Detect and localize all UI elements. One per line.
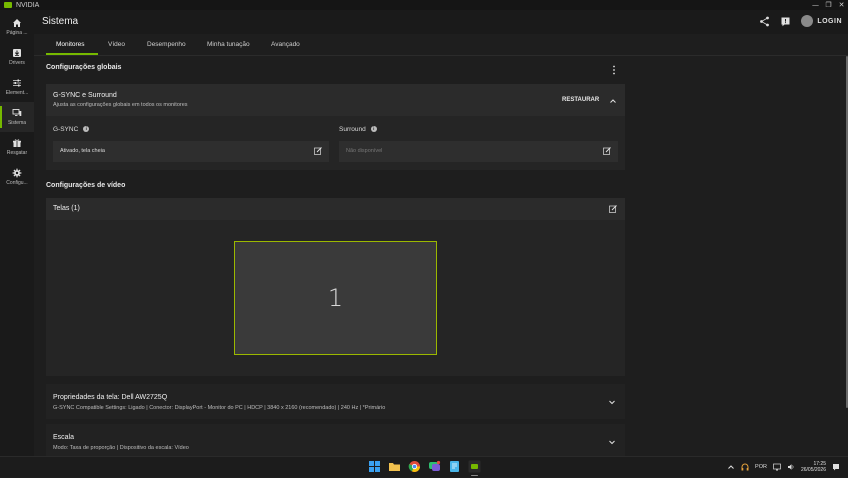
info-icon[interactable]: i: [370, 126, 377, 133]
sidebar-item-elements[interactable]: Element...: [0, 72, 34, 102]
gift-icon: [13, 139, 21, 147]
sidebar-item-drivers[interactable]: Drivers: [0, 42, 34, 72]
download-icon: [13, 49, 21, 57]
sidebar-item-label: Configu...: [6, 180, 28, 186]
monitor-number: 1: [327, 284, 344, 312]
chevron-down-icon[interactable]: [608, 438, 616, 446]
volume-icon[interactable]: [787, 463, 795, 471]
sidebar: Página ... Drivers Element... Sistema Re…: [0, 10, 34, 456]
sidebar-item-settings[interactable]: Configu...: [0, 162, 34, 192]
sidebar-item-label: Element...: [5, 90, 29, 96]
language-indicator[interactable]: POR: [755, 464, 767, 470]
display-tray-icon[interactable]: [773, 463, 781, 471]
tab-monitors[interactable]: Monitores: [56, 41, 85, 48]
sidebar-item-home[interactable]: Página ...: [0, 12, 34, 42]
section-title-video: Configurações de vídeo: [46, 182, 126, 189]
monitor-icon: [12, 109, 22, 116]
gsync-value: Ativado, tela cheia: [60, 148, 105, 154]
minimize-button[interactable]: —: [809, 0, 822, 10]
chrome-icon[interactable]: [408, 460, 421, 473]
scale-row[interactable]: Escala Modo: Taxa de proporção | Disposi…: [46, 424, 625, 456]
chevron-up-icon[interactable]: [727, 463, 735, 471]
windows-start-icon[interactable]: [368, 460, 381, 473]
surround-field[interactable]: Não disponível: [339, 141, 618, 162]
sidebar-item-label: Drivers: [9, 60, 25, 66]
gsync-field[interactable]: Ativado, tela cheia: [53, 141, 329, 162]
edit-icon[interactable]: [603, 147, 611, 155]
notepad-icon[interactable]: [448, 460, 461, 473]
scale-title: Escala: [53, 434, 75, 441]
sidebar-item-redeem[interactable]: Resgatar: [0, 132, 34, 162]
tab-advanced[interactable]: Avançado: [271, 41, 300, 48]
screens-title: Telas (1): [53, 205, 80, 212]
display-properties-row[interactable]: Propriedades da tela: Dell AW2725Q G-SYN…: [46, 384, 625, 419]
sidebar-item-label: Resgatar: [6, 150, 28, 156]
more-options-icon[interactable]: [612, 64, 616, 76]
monitor-tile[interactable]: 1: [234, 241, 437, 355]
sidebar-item-label: Sistema: [7, 120, 27, 126]
chevron-down-icon[interactable]: [608, 398, 616, 406]
gsync-label: G-SYNC i: [53, 126, 90, 133]
share-icon[interactable]: [759, 16, 770, 27]
screens-card-header: Telas (1): [46, 198, 625, 220]
page-title: Sistema: [42, 16, 79, 27]
chat-app-icon[interactable]: [428, 460, 441, 473]
notification-center-icon[interactable]: [832, 463, 840, 471]
gsync-card-title: G-SYNC e Surround: [53, 92, 117, 99]
gear-icon: [12, 168, 22, 178]
section-title-global: Configurações globais: [46, 64, 122, 71]
sliders-icon: [13, 79, 21, 87]
display-properties-details: G-SYNC Compatible Settings: Ligado | Con…: [53, 405, 386, 411]
window-title: NVIDIA: [16, 1, 40, 9]
restore-button[interactable]: RESTAURAR: [562, 97, 599, 103]
info-icon[interactable]: i: [83, 126, 90, 133]
scale-details: Modo: Taxa de proporção | Dispositivo da…: [53, 445, 189, 451]
tab-bar: Monitores Vídeo Desempenho Minha tunação…: [34, 34, 848, 56]
clock-date: 26/05/2026: [800, 467, 826, 473]
nvidia-logo-icon: [4, 2, 12, 8]
sidebar-item-label: Página ...: [6, 30, 28, 36]
gsync-card-subtitle: Ajusta as configurações globais em todos…: [53, 102, 188, 108]
avatar: [801, 15, 814, 27]
gsync-card-header[interactable]: G-SYNC e Surround Ajusta as configuraçõe…: [46, 84, 625, 116]
window-titlebar: NVIDIA — ❐ ✕: [0, 0, 848, 10]
file-explorer-icon[interactable]: [388, 460, 401, 473]
surround-label: Surround i: [339, 126, 377, 133]
display-properties-title: Propriedades da tela: Dell AW2725Q: [53, 394, 168, 401]
notifications-icon[interactable]: [780, 16, 791, 27]
surround-value: Não disponível: [346, 148, 383, 154]
tab-video[interactable]: Vídeo: [108, 41, 125, 48]
maximize-button[interactable]: ❐: [822, 0, 835, 10]
sidebar-item-system[interactable]: Sistema: [0, 102, 34, 132]
chevron-up-icon[interactable]: [609, 97, 617, 105]
page-header: Sistema LOGIN: [34, 10, 848, 34]
login-button[interactable]: LOGIN: [801, 15, 842, 27]
home-icon: [13, 19, 21, 27]
taskbar: POR 17:25 26/05/2026: [0, 456, 848, 477]
tab-performance[interactable]: Desempenho: [147, 41, 186, 48]
nvidia-app-icon[interactable]: [468, 460, 481, 476]
headset-icon[interactable]: [741, 463, 749, 471]
gsync-surround-card: G-SYNC e Surround Ajusta as configuraçõe…: [46, 84, 625, 170]
tab-active-indicator: [46, 53, 98, 55]
tab-my-tuning[interactable]: Minha tunação: [207, 41, 250, 48]
clock[interactable]: 17:25 26/05/2026: [801, 461, 826, 473]
login-label: LOGIN: [817, 17, 842, 25]
main-content: Configurações globais G-SYNC e Surround …: [34, 56, 848, 456]
edit-icon[interactable]: [609, 205, 617, 213]
close-button[interactable]: ✕: [835, 0, 848, 10]
edit-icon[interactable]: [314, 147, 322, 155]
